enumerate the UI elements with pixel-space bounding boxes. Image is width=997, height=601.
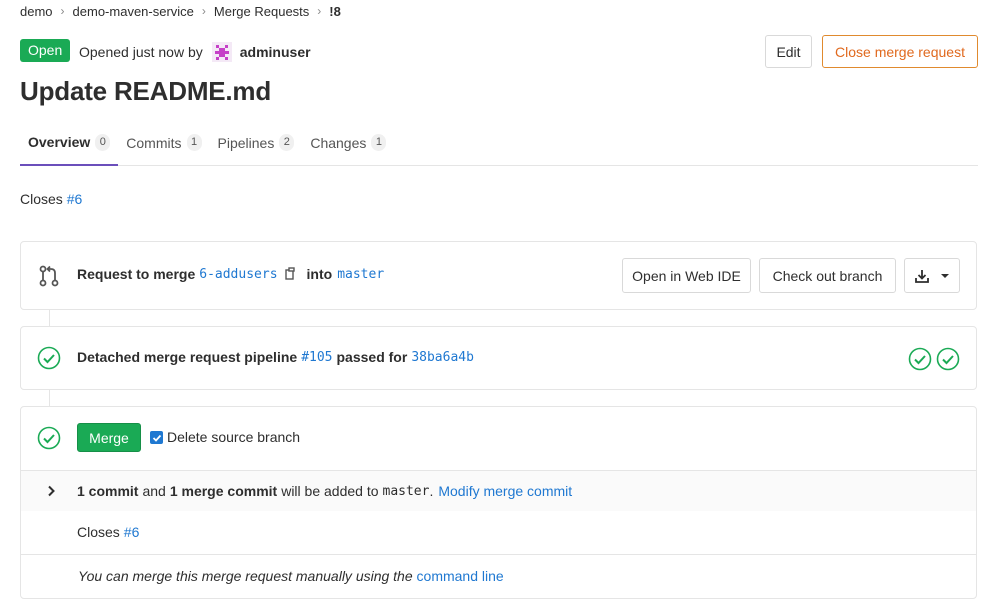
- opened-label: Opened just now by: [79, 44, 203, 60]
- git-merge-icon: [38, 264, 60, 291]
- manual-merge-text: You can merge this merge request manuall…: [78, 568, 413, 584]
- closes-label: Closes: [77, 524, 120, 540]
- closes-info: Closes #6: [77, 524, 139, 540]
- passed-for-label: passed for: [336, 349, 408, 365]
- mr-description: Closes #6: [20, 191, 82, 207]
- tab-overview[interactable]: Overview 0: [20, 120, 119, 166]
- stage-success-icon[interactable]: [936, 347, 960, 374]
- download-dropdown-button[interactable]: [904, 258, 960, 293]
- tab-commits[interactable]: Commits 1: [118, 120, 209, 165]
- tab-label: Changes: [310, 134, 367, 151]
- will-be-added-label: will be added to: [281, 483, 379, 499]
- merge-commit-count: 1 merge commit: [169, 483, 278, 499]
- breadcrumb: demo › demo-maven-service › Merge Reques…: [20, 2, 341, 20]
- tab-count-badge: 1: [371, 134, 387, 151]
- tab-label: Overview: [28, 134, 91, 150]
- avatar[interactable]: [211, 42, 232, 62]
- check-out-branch-button[interactable]: Check out branch: [759, 258, 896, 293]
- chevron-right-icon: ›: [60, 4, 65, 18]
- tab-count-badge: 0: [95, 133, 111, 151]
- tab-changes[interactable]: Changes 1: [302, 120, 394, 165]
- delete-source-branch-label[interactable]: Delete source branch: [167, 429, 300, 445]
- tab-label: Pipelines: [217, 134, 275, 151]
- pipeline-link[interactable]: #105: [301, 350, 332, 365]
- issue-link[interactable]: #6: [67, 191, 83, 207]
- stage-success-icon[interactable]: [908, 347, 932, 374]
- breadcrumb-merge-requests[interactable]: Merge Requests: [214, 4, 309, 19]
- delete-source-branch-checkbox[interactable]: [150, 431, 163, 444]
- merge-button[interactable]: Merge: [77, 423, 141, 452]
- commit-summary: 1 commit and 1 merge commit will be adde…: [77, 483, 572, 499]
- pipeline-label: Detached merge request pipeline: [77, 349, 298, 365]
- target-branch-link[interactable]: master: [337, 267, 384, 282]
- chevron-right-icon: ›: [201, 4, 206, 18]
- chevron-right-icon[interactable]: [46, 484, 56, 500]
- merge-branch-info: Request to merge 6-addusers into master: [77, 266, 384, 282]
- command-line-link[interactable]: command line: [417, 568, 504, 584]
- tab-pipelines[interactable]: Pipelines 2: [210, 120, 303, 165]
- status-success-icon[interactable]: [37, 346, 61, 373]
- caret-down-icon: [941, 273, 949, 278]
- open-web-ide-button[interactable]: Open in Web IDE: [622, 258, 751, 293]
- status-badge: Open: [20, 39, 71, 62]
- check-icon: [152, 434, 161, 442]
- chevron-right-icon: ›: [317, 4, 322, 18]
- status-success-icon: [37, 426, 61, 453]
- merge-commit-message-row: Closes #6: [21, 511, 976, 555]
- widget-connector: [49, 310, 50, 326]
- source-branch-link[interactable]: 6-addusers: [199, 267, 277, 282]
- copy-icon[interactable]: [284, 267, 297, 281]
- closes-label: Closes: [20, 191, 63, 207]
- merge-widget: Merge Delete source branch 1 commit and …: [20, 406, 977, 599]
- tab-count-badge: 2: [279, 134, 295, 151]
- branch-info-widget: Request to merge 6-addusers into master …: [20, 241, 977, 310]
- into-label: into: [306, 266, 333, 282]
- download-icon: [915, 269, 929, 283]
- request-to-merge-label: Request to merge: [77, 266, 196, 282]
- mr-tabs: Overview 0 Commits 1 Pipelines 2 Changes…: [20, 120, 978, 166]
- commit-summary-row[interactable]: 1 commit and 1 merge commit will be adde…: [21, 470, 976, 511]
- and-label: and: [142, 483, 166, 499]
- edit-button[interactable]: Edit: [765, 35, 812, 68]
- close-merge-request-button[interactable]: Close merge request: [822, 35, 978, 68]
- pipeline-info: Detached merge request pipeline #105 pas…: [77, 349, 474, 365]
- opened-info: Opened just now by adminuser: [79, 42, 311, 62]
- avatar-identicon: [211, 42, 232, 62]
- breadcrumb-project[interactable]: demo-maven-service: [73, 4, 194, 19]
- target-branch-name: master: [382, 483, 430, 499]
- pipeline-widget: Detached merge request pipeline #105 pas…: [20, 326, 977, 390]
- modify-merge-commit-link[interactable]: Modify merge commit: [438, 483, 572, 499]
- page-title: Update README.md: [20, 76, 272, 106]
- breadcrumb-group[interactable]: demo: [20, 4, 53, 19]
- breadcrumb-current-mr[interactable]: !8: [329, 4, 341, 19]
- tab-count-badge: 1: [186, 134, 202, 151]
- commit-sha-link[interactable]: 38ba6a4b: [411, 350, 474, 365]
- issue-link[interactable]: #6: [124, 524, 140, 540]
- tab-label: Commits: [126, 134, 182, 151]
- commit-count: 1 commit: [77, 483, 139, 499]
- author-link[interactable]: adminuser: [240, 44, 311, 60]
- period: .: [429, 483, 434, 499]
- manual-merge-info: You can merge this merge request manuall…: [78, 568, 504, 584]
- widget-connector: [49, 390, 50, 406]
